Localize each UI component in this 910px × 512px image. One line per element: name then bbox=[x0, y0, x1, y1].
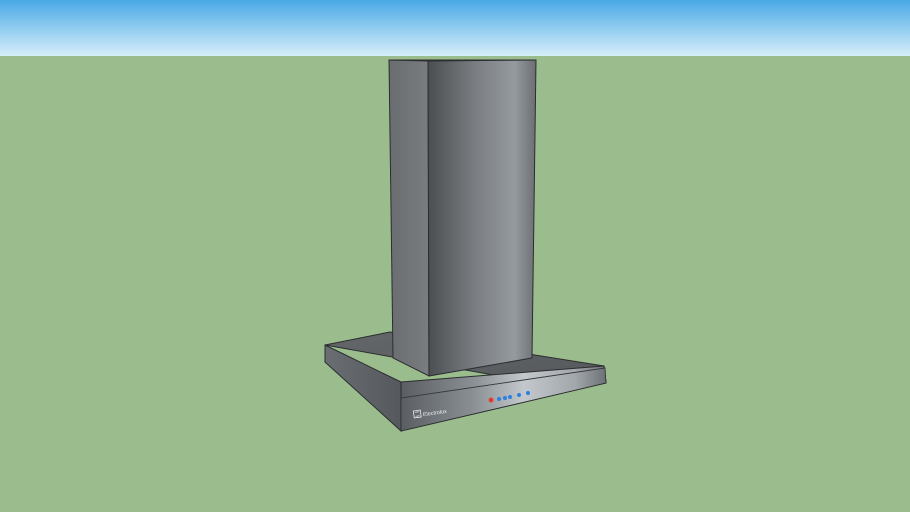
indicator-blue-icon[interactable] bbox=[508, 395, 512, 399]
3d-viewport[interactable]: Electrolux bbox=[0, 0, 910, 512]
indicator-blue-icon[interactable] bbox=[517, 393, 521, 397]
chimney-front-face bbox=[427, 59, 537, 377]
sky bbox=[0, 0, 910, 56]
indicator-blue-icon[interactable] bbox=[503, 396, 507, 400]
chimney-left-face bbox=[388, 59, 430, 377]
indicator-blue-icon[interactable] bbox=[526, 391, 530, 395]
indicator-red-icon[interactable] bbox=[488, 397, 494, 403]
indicator-blue-icon[interactable] bbox=[497, 397, 501, 401]
